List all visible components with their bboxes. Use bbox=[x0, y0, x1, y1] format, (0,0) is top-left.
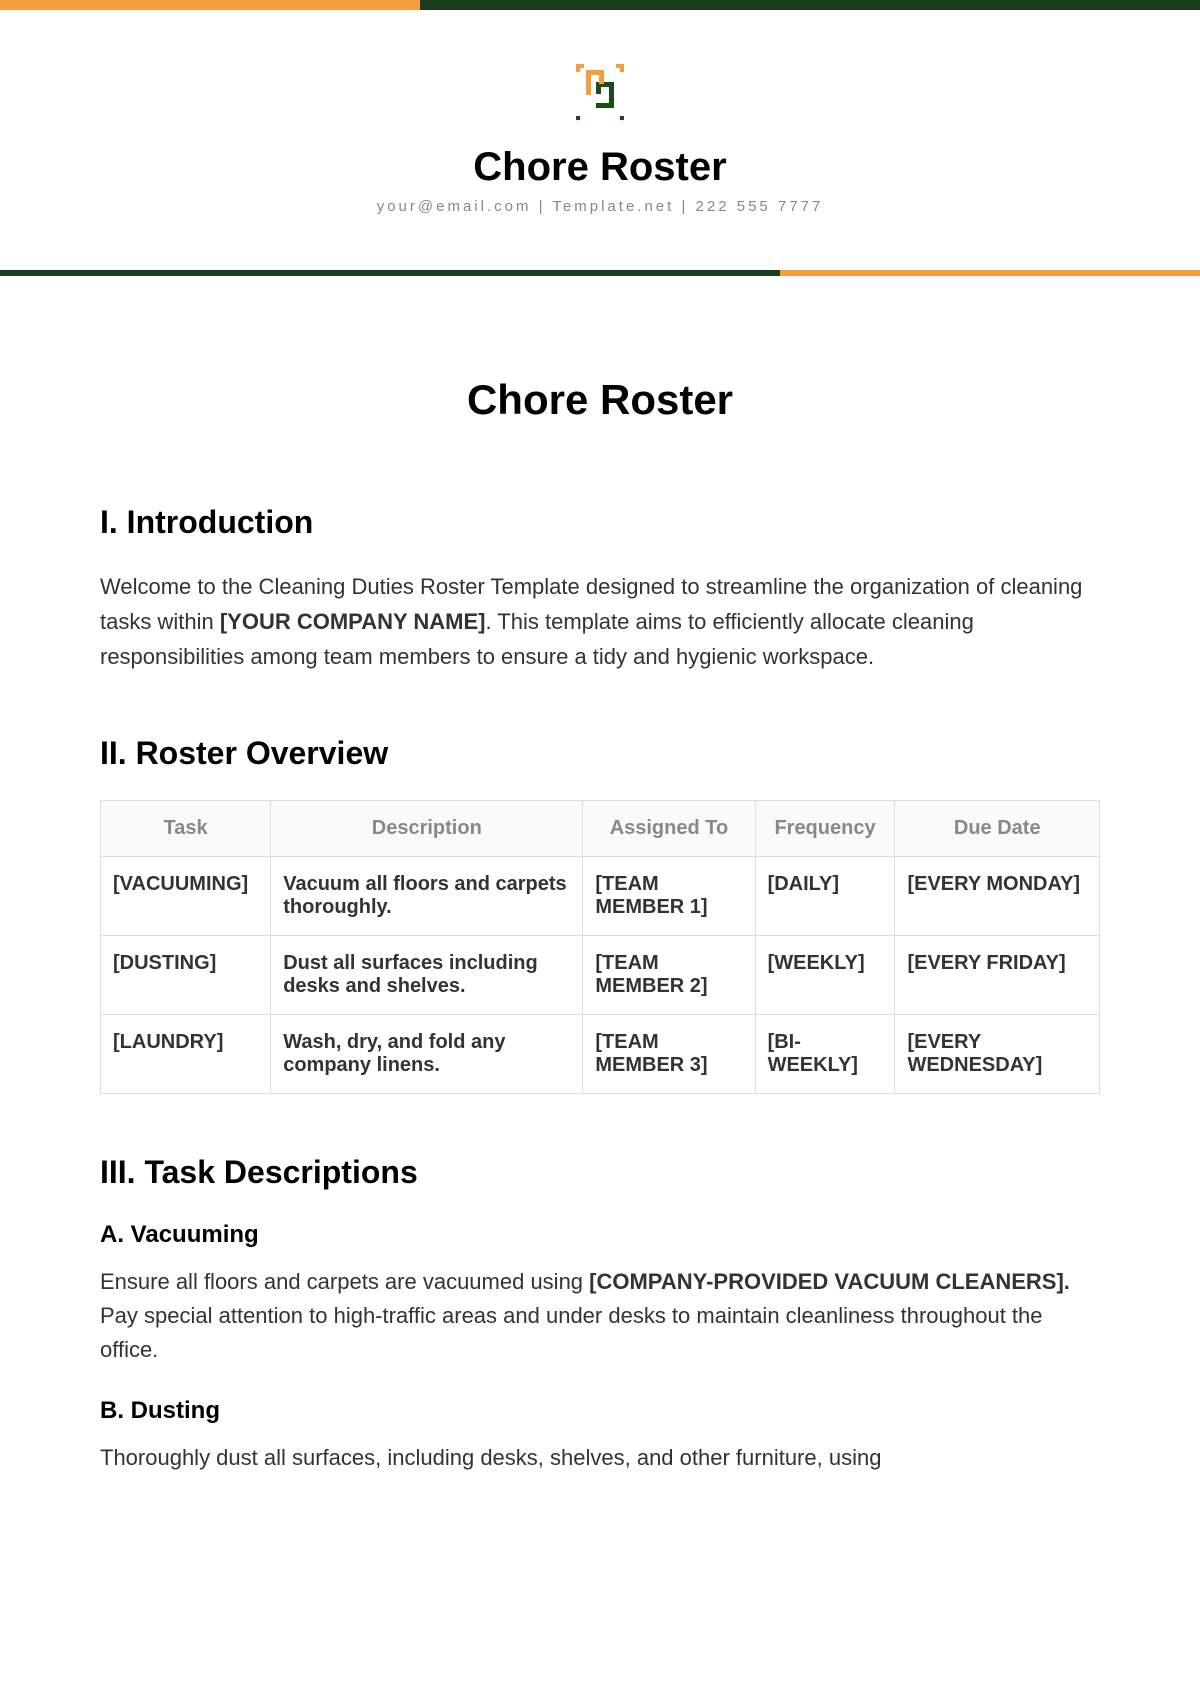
cell-freq: [WEEKLY] bbox=[755, 935, 895, 1014]
task-text-after: Pay special attention to high-traffic ar… bbox=[100, 1303, 1043, 1362]
top-accent-green bbox=[420, 0, 1200, 10]
cell-freq: [DAILY] bbox=[755, 856, 895, 935]
cell-desc: Vacuum all floors and carpets thoroughly… bbox=[271, 856, 583, 935]
task-dusting-heading: B. Dusting bbox=[100, 1397, 1100, 1425]
cell-task: [LAUNDRY] bbox=[101, 1014, 271, 1093]
brand-subtitle: your@email.com | Template.net | 222 555 … bbox=[0, 198, 1200, 215]
top-accent-bar bbox=[0, 0, 1200, 10]
cell-desc: Wash, dry, and fold any company linens. bbox=[271, 1014, 583, 1093]
table-row: [VACUUMING] Vacuum all floors and carpet… bbox=[101, 856, 1100, 935]
intro-text-bold: [YOUR COMPANY NAME] bbox=[220, 609, 486, 634]
cell-assigned: [TEAM MEMBER 2] bbox=[583, 935, 755, 1014]
top-accent-orange bbox=[0, 0, 420, 10]
cell-task: [VACUUMING] bbox=[101, 856, 271, 935]
cell-due: [EVERY MONDAY] bbox=[895, 856, 1100, 935]
divider-green bbox=[0, 270, 780, 276]
task-vacuuming-heading: A. Vacuuming bbox=[100, 1221, 1100, 1249]
cell-due: [EVERY FRIDAY] bbox=[895, 935, 1100, 1014]
section-introduction-heading: I. Introduction bbox=[100, 504, 1100, 541]
divider-orange bbox=[780, 270, 1200, 276]
table-row: [LAUNDRY] Wash, dry, and fold any compan… bbox=[101, 1014, 1100, 1093]
cell-task: [DUSTING] bbox=[101, 935, 271, 1014]
section-task-descriptions-heading: III. Task Descriptions bbox=[100, 1154, 1100, 1191]
column-due-date: Due Date bbox=[895, 800, 1100, 856]
table-row: [DUSTING] Dust all surfaces including de… bbox=[101, 935, 1100, 1014]
roster-table: Task Description Assigned To Frequency D… bbox=[100, 800, 1100, 1094]
task-text-bold: [COMPANY-PROVIDED VACUUM CLEANERS]. bbox=[589, 1269, 1070, 1294]
column-frequency: Frequency bbox=[755, 800, 895, 856]
cell-assigned: [TEAM MEMBER 3] bbox=[583, 1014, 755, 1093]
cell-due: [EVERY WEDNESDAY] bbox=[895, 1014, 1100, 1093]
header: Chore Roster your@email.com | Template.n… bbox=[0, 10, 1200, 245]
task-vacuuming-text: Ensure all floors and carpets are vacuum… bbox=[100, 1265, 1100, 1367]
cell-freq: [BI-WEEKLY] bbox=[755, 1014, 895, 1093]
column-assigned-to: Assigned To bbox=[583, 800, 755, 856]
introduction-text: Welcome to the Cleaning Duties Roster Te… bbox=[100, 569, 1100, 675]
section-roster-heading: II. Roster Overview bbox=[100, 735, 1100, 772]
column-task: Task bbox=[101, 800, 271, 856]
cell-desc: Dust all surfaces including desks and sh… bbox=[271, 935, 583, 1014]
cell-assigned: [TEAM MEMBER 1] bbox=[583, 856, 755, 935]
divider-bar bbox=[0, 270, 1200, 276]
table-header-row: Task Description Assigned To Frequency D… bbox=[101, 800, 1100, 856]
column-description: Description bbox=[271, 800, 583, 856]
brand-title: Chore Roster bbox=[0, 145, 1200, 190]
task-text-before: Ensure all floors and carpets are vacuum… bbox=[100, 1269, 589, 1294]
document-title: Chore Roster bbox=[100, 376, 1100, 424]
document-content: Chore Roster I. Introduction Welcome to … bbox=[0, 276, 1200, 1535]
task-dusting-text: Thoroughly dust all surfaces, including … bbox=[100, 1441, 1100, 1475]
logo-icon bbox=[568, 60, 632, 125]
task-text-before: Thoroughly dust all surfaces, including … bbox=[100, 1445, 881, 1470]
